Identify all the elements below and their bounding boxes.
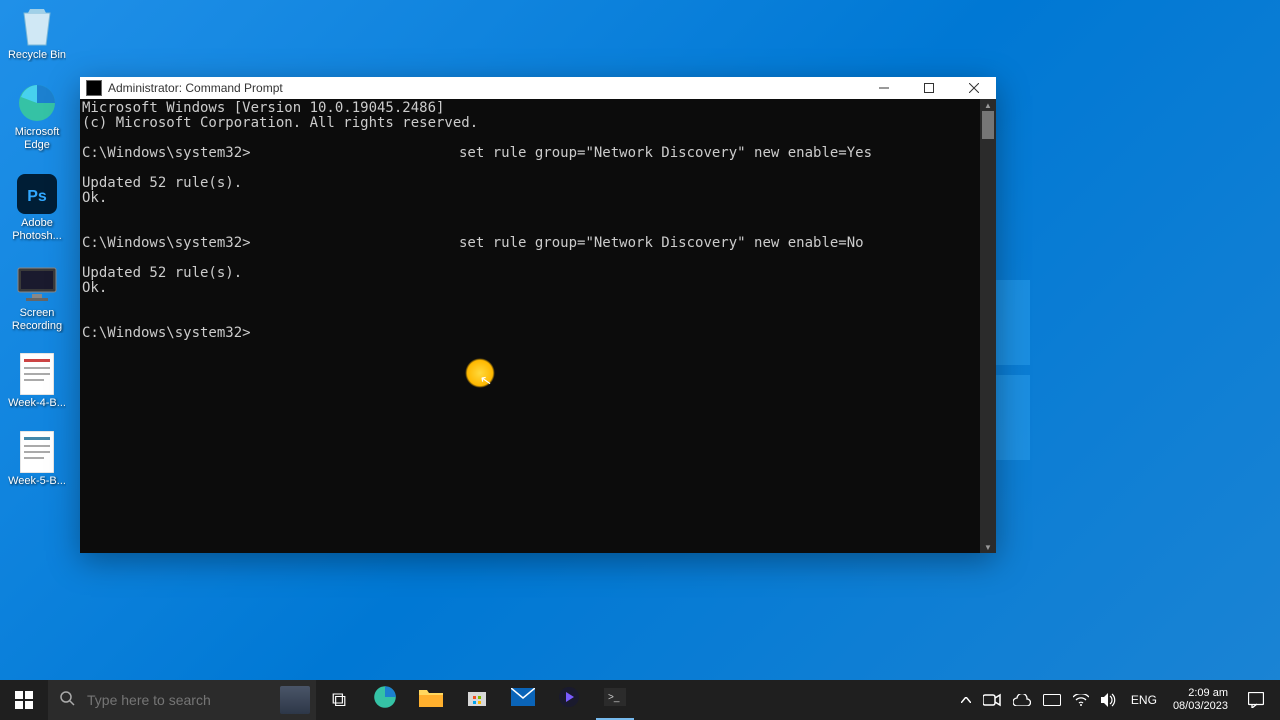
titlebar[interactable]: Administrator: Command Prompt bbox=[80, 77, 996, 99]
scroll-down-arrow-icon[interactable]: ▼ bbox=[980, 541, 996, 553]
language-indicator[interactable]: ENG bbox=[1123, 680, 1165, 720]
taskbar-edge[interactable] bbox=[362, 680, 408, 720]
desktop-icon-label: Adobe Photosh... bbox=[5, 217, 69, 243]
taskbar-clipchamp[interactable] bbox=[546, 680, 592, 720]
taskbar-explorer[interactable] bbox=[408, 680, 454, 720]
recyclebin-icon bbox=[16, 5, 58, 47]
desktop-icon-photoshop[interactable]: Ps Adobe Photosh... bbox=[5, 173, 69, 243]
clock-date: 08/03/2023 bbox=[1173, 700, 1228, 713]
volume-icon[interactable] bbox=[1095, 680, 1123, 720]
desktop-icon-week5[interactable]: Week-5-B... bbox=[5, 431, 69, 488]
desktop-icon-label: Week-5-B... bbox=[8, 475, 66, 488]
desktop-icon-week4[interactable]: Week-4-B... bbox=[5, 353, 69, 410]
notifications-button[interactable] bbox=[1236, 680, 1276, 720]
svg-text:>_: >_ bbox=[608, 692, 620, 703]
desktop-icon-edge[interactable]: Microsoft Edge bbox=[5, 82, 69, 152]
system-tray: ENG 2:09 am 08/03/2023 bbox=[955, 680, 1280, 720]
desktop-icons-column: Recycle Bin Microsoft Edge Ps Adobe Phot… bbox=[5, 5, 69, 488]
search-input[interactable] bbox=[87, 692, 268, 708]
desktop-icon-label: Screen Recording bbox=[5, 307, 69, 333]
desktop-icon-recycle-bin[interactable]: Recycle Bin bbox=[5, 5, 69, 62]
terminal-icon: >_ bbox=[604, 688, 626, 712]
mail-icon bbox=[511, 688, 535, 712]
edge-icon bbox=[16, 82, 58, 124]
tray-expand-button[interactable] bbox=[955, 680, 977, 720]
desktop-icon-screen-recording[interactable]: Screen Recording bbox=[5, 263, 69, 333]
meet-now-icon[interactable] bbox=[977, 680, 1007, 720]
minimize-button[interactable] bbox=[861, 77, 906, 99]
monitor-icon bbox=[16, 263, 58, 305]
redacted-text bbox=[251, 236, 451, 250]
start-button[interactable] bbox=[0, 680, 48, 720]
folder-icon bbox=[419, 687, 443, 713]
svg-text:Ps: Ps bbox=[27, 188, 47, 205]
window-title: Administrator: Command Prompt bbox=[108, 81, 861, 95]
touchkeyboard-icon[interactable] bbox=[1037, 680, 1067, 720]
store-icon bbox=[466, 686, 488, 714]
document-icon bbox=[16, 353, 58, 395]
clock-time: 2:09 am bbox=[1188, 687, 1228, 700]
desktop-icon-label: Recycle Bin bbox=[8, 49, 66, 62]
cmd-icon bbox=[86, 80, 102, 96]
desktop-icon-label: Week-4-B... bbox=[8, 397, 66, 410]
edge-icon bbox=[373, 685, 397, 715]
close-button[interactable] bbox=[951, 77, 996, 99]
search-icon bbox=[60, 691, 75, 709]
onedrive-icon[interactable] bbox=[1007, 680, 1037, 720]
redacted-text bbox=[251, 146, 451, 160]
task-view-button[interactable]: ⧉ bbox=[316, 680, 362, 720]
taskbar-cmd[interactable]: >_ bbox=[592, 680, 638, 720]
taskview-icon: ⧉ bbox=[332, 689, 346, 712]
terminal-output: Microsoft Windows [Version 10.0.19045.24… bbox=[80, 99, 980, 553]
taskbar-mail[interactable] bbox=[500, 680, 546, 720]
wifi-icon[interactable] bbox=[1067, 680, 1095, 720]
taskbar-clock[interactable]: 2:09 am 08/03/2023 bbox=[1165, 687, 1236, 713]
desktop-icon-label: Microsoft Edge bbox=[5, 126, 69, 152]
terminal-body[interactable]: Microsoft Windows [Version 10.0.19045.24… bbox=[80, 99, 996, 553]
document-icon bbox=[16, 431, 58, 473]
weather-widget[interactable] bbox=[280, 686, 310, 714]
vertical-scrollbar[interactable]: ▲ ▼ bbox=[980, 99, 996, 553]
taskbar: ⧉ >_ bbox=[0, 680, 1280, 720]
maximize-button[interactable] bbox=[906, 77, 951, 99]
scrollbar-thumb[interactable] bbox=[982, 111, 994, 139]
taskbar-search[interactable] bbox=[48, 680, 316, 720]
clipchamp-icon bbox=[558, 686, 580, 714]
taskbar-store[interactable] bbox=[454, 680, 500, 720]
scroll-up-arrow-icon[interactable]: ▲ bbox=[980, 99, 996, 111]
command-prompt-window: Administrator: Command Prompt Microsoft … bbox=[80, 77, 996, 553]
photoshop-icon: Ps bbox=[16, 173, 58, 215]
